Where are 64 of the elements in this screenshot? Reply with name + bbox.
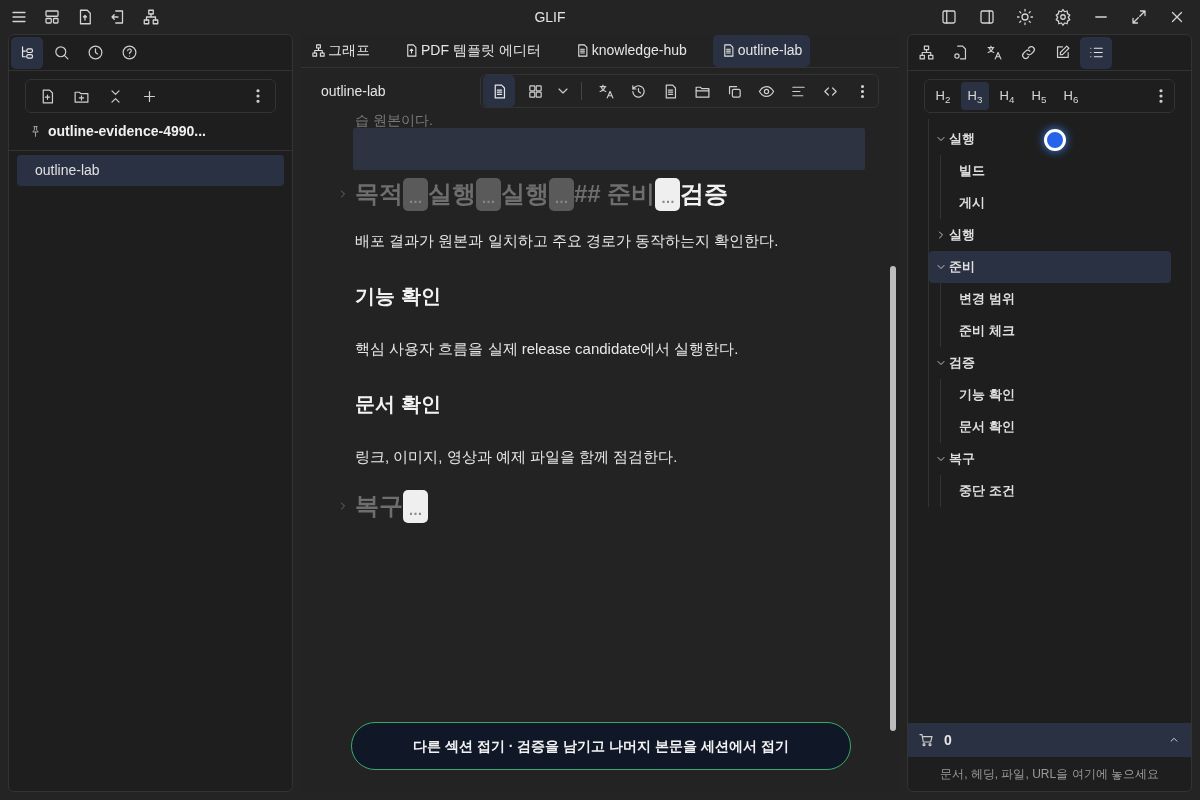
paragraph: 핵심 사용자 흐름을 실제 release candidate에서 실행한다. xyxy=(355,339,740,359)
right-sidebar-icon[interactable] xyxy=(978,8,996,26)
heading-level-button[interactable]: H$_{4}$ xyxy=(993,82,1021,110)
faded-text: 습 원본이다. xyxy=(355,111,434,130)
outline-subitem[interactable]: 준비 체크 xyxy=(941,315,1171,347)
sidebar-tab[interactable] xyxy=(11,36,43,69)
outline-subitem[interactable]: 기능 확인 xyxy=(941,379,1171,411)
translate-icon[interactable] xyxy=(597,82,615,100)
outline-subitem[interactable]: 게시 xyxy=(941,187,1171,219)
pin-icon xyxy=(29,125,42,138)
cart-count: 0 xyxy=(944,730,953,750)
settings-icon[interactable] xyxy=(1054,8,1072,26)
editor-tab[interactable]: PDF 템플릿 에디터 xyxy=(396,34,549,67)
panel-tab[interactable] xyxy=(1080,36,1112,69)
heading-level-button[interactable]: H$_{2}$ xyxy=(929,82,957,110)
hierarchy-icon[interactable] xyxy=(142,8,160,26)
editor-tab[interactable]: outline-lab xyxy=(712,34,811,67)
outline-subitem[interactable]: 변경 범위 xyxy=(941,283,1171,315)
outline-subitem[interactable]: 빌드 xyxy=(941,155,1171,187)
maximize-icon[interactable] xyxy=(1130,8,1148,26)
heading-text: 실행 xyxy=(501,179,549,209)
clock-icon xyxy=(86,44,104,61)
outline-item[interactable]: 복구 xyxy=(929,443,1171,475)
history-icon[interactable] xyxy=(629,82,647,100)
layout-icon[interactable] xyxy=(43,8,61,26)
drop-hint: 문서, 헤딩, 파일, URL을 여기에 놓으세요 xyxy=(939,766,1160,783)
document-title: outline-lab xyxy=(321,81,387,101)
file-upload-icon xyxy=(404,43,419,58)
heading-text: 실행 xyxy=(428,179,476,209)
help-icon xyxy=(120,44,138,61)
outline-item[interactable]: 검증 xyxy=(929,347,1171,379)
view-mode-button[interactable] xyxy=(483,75,515,107)
heading-level-button[interactable]: H$_{3}$ xyxy=(961,82,989,110)
hierarchy-icon xyxy=(311,43,326,58)
heading-text: ## 준비 xyxy=(574,179,656,209)
fold-sections-button[interactable]: 다른 섹션 접기 · 검증을 남기고 나머지 본문을 세션에서 접기 xyxy=(351,722,851,770)
heading-text: 검증 xyxy=(680,179,729,209)
search-icon xyxy=(52,44,70,61)
section-heading: 기능 확인 xyxy=(355,284,442,309)
folder-title: outline-evidence-4990... xyxy=(48,122,206,141)
left-sidebar-icon[interactable] xyxy=(940,8,958,26)
paragraph: 링크, 이미지, 영상과 예제 파일을 함께 점검한다. xyxy=(355,447,679,467)
outline-item[interactable]: 실행 xyxy=(929,219,1171,251)
cart-icon xyxy=(918,732,934,748)
file-item[interactable]: outline-lab xyxy=(17,155,284,186)
sun-icon[interactable] xyxy=(1016,8,1034,26)
heading-level-button[interactable]: H$_{6}$ xyxy=(1057,82,1085,110)
editor-tab[interactable]: 그래프 xyxy=(303,34,378,67)
window-title: GLIF xyxy=(534,7,566,27)
outline-subitem[interactable]: 중단 조건 xyxy=(941,475,1171,507)
heading-text: 목적 xyxy=(355,179,403,209)
paragraph: 배포 결과가 원본과 일치하고 주요 경로가 동작하는지 확인한다. xyxy=(355,231,780,251)
grid-icon xyxy=(526,82,544,100)
editor-tab[interactable]: knowledge-hub xyxy=(566,34,695,67)
outline-item[interactable]: 실행 xyxy=(929,123,1171,155)
hierarchy-icon xyxy=(917,44,935,61)
file-link-icon xyxy=(951,44,969,61)
heading-level-button[interactable]: H$_{5}$ xyxy=(1025,82,1053,110)
link-icon xyxy=(1019,44,1037,61)
section-heading: 문서 확인 xyxy=(355,392,442,417)
translate-icon xyxy=(985,44,1003,61)
outline-subitem[interactable]: 문서 확인 xyxy=(941,411,1171,443)
heading-text: 복구 xyxy=(355,491,403,521)
outline-item[interactable]: 준비 xyxy=(929,251,1171,283)
